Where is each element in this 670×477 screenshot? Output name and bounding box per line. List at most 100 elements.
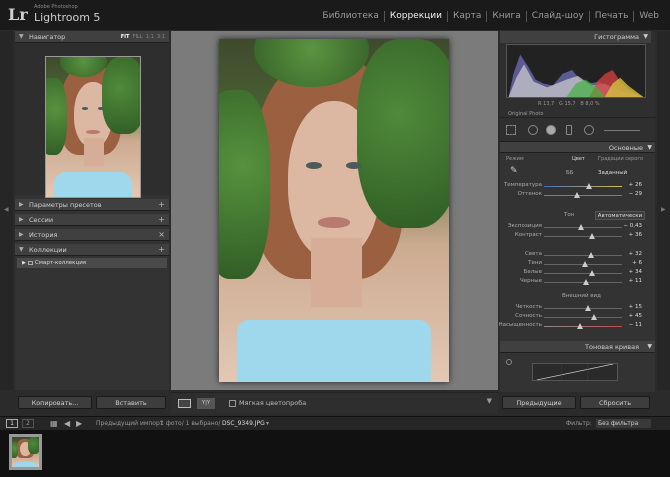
- slider-knob[interactable]: [584, 305, 591, 311]
- right-panel-toggle[interactable]: ▶: [657, 31, 670, 390]
- readout-g: G 15,7: [558, 101, 576, 107]
- filmstrip-thumbnail[interactable]: [9, 434, 42, 470]
- add-collection-icon[interactable]: +: [158, 244, 165, 256]
- left-panel-toggle[interactable]: ◀: [0, 31, 13, 390]
- grid-view-icon[interactable]: ▦: [50, 417, 58, 430]
- add-snapshot-icon[interactable]: +: [158, 214, 165, 226]
- slider-knob[interactable]: [586, 183, 593, 189]
- main-photo[interactable]: [219, 39, 449, 382]
- zoom-3-1[interactable]: 3:1: [157, 34, 165, 40]
- zoom-1-1[interactable]: 1:1: [146, 34, 154, 40]
- expand-triangle-icon: ▼: [19, 33, 24, 40]
- loupe-view-icon[interactable]: [178, 399, 191, 408]
- history-header[interactable]: ▶ История ×: [15, 229, 169, 241]
- add-preset-icon[interactable]: +: [158, 199, 165, 211]
- zoom-fit[interactable]: FIT: [121, 34, 130, 40]
- module-library[interactable]: Библиотека: [317, 11, 383, 22]
- treatment-color[interactable]: Цвет: [572, 156, 585, 162]
- slider-highlights[interactable]: Света + 32: [500, 251, 650, 259]
- collection-item[interactable]: ▶ Смарт-коллекция: [17, 258, 167, 268]
- slider-knob[interactable]: [576, 323, 583, 329]
- paste-button[interactable]: Вставить: [96, 396, 166, 409]
- module-book[interactable]: Книга: [486, 11, 525, 22]
- collapsed-triangle-icon: ▶: [19, 231, 24, 238]
- clear-history-icon[interactable]: ×: [158, 229, 165, 241]
- soft-proof-label: Мягкая цветопроба: [239, 399, 307, 407]
- module-map[interactable]: Карта: [446, 11, 486, 22]
- slider-blacks[interactable]: Черные + 11: [500, 278, 650, 286]
- slider-knob[interactable]: [589, 270, 596, 276]
- module-print[interactable]: Печать: [588, 11, 634, 22]
- collapsed-triangle-icon: ▶: [19, 201, 24, 208]
- filter-dropdown[interactable]: Без фильтра: [596, 419, 651, 428]
- slider-knob[interactable]: [581, 261, 588, 267]
- treatment-bw[interactable]: Градации серого: [598, 156, 643, 162]
- auto-tone-button[interactable]: Автоматически: [595, 211, 645, 220]
- collapsed-triangle-icon: ▶: [19, 216, 24, 223]
- radial-filter-icon[interactable]: [584, 125, 594, 135]
- slider-temperature[interactable]: Температура + 26: [500, 182, 650, 190]
- slider-clarity[interactable]: Четкость + 15: [500, 304, 650, 312]
- crop-tool-icon[interactable]: [506, 125, 516, 135]
- red-eye-icon[interactable]: [546, 125, 556, 135]
- source-label[interactable]: Предыдущий импорт: [96, 417, 163, 430]
- left-panel: ▼ Навигатор FIT FILL 1:1 3:1 ▶ Параметры…: [15, 31, 169, 390]
- graduated-filter-icon[interactable]: [566, 125, 572, 135]
- histogram-header[interactable]: Гистограмма ▼: [500, 31, 651, 43]
- presets-title: Параметры пресетов: [29, 201, 102, 209]
- slider-exposure[interactable]: Экспозиция − 0,43: [500, 223, 650, 231]
- lightroom-window: Lr Adobe Photoshop Lightroom 5 Библиотек…: [0, 0, 670, 477]
- wb-dropdown[interactable]: Заданный: [598, 170, 627, 176]
- slider-knob[interactable]: [577, 224, 584, 230]
- navigator-zoom-options: FIT FILL 1:1 3:1: [121, 31, 165, 43]
- slider-knob[interactable]: [589, 233, 596, 239]
- presets-header[interactable]: ▶ Параметры пресетов +: [15, 199, 169, 211]
- collection-item-label: Смарт-коллекция: [35, 260, 87, 266]
- slider-contrast[interactable]: Контраст + 36: [500, 232, 650, 240]
- window-1-button[interactable]: 1: [6, 419, 18, 428]
- collections-header[interactable]: ▼ Коллекции +: [15, 244, 169, 256]
- soft-proof-checkbox[interactable]: [229, 400, 236, 407]
- filename-dropdown-icon[interactable]: ▾: [266, 417, 269, 430]
- module-slideshow[interactable]: Слайд-шоу: [525, 11, 589, 22]
- tone-curve-header[interactable]: Тоновая кривая ▼: [500, 341, 655, 353]
- slider-saturation[interactable]: Насыщенность − 11: [499, 322, 650, 330]
- filename-label[interactable]: DSC_9349.JPG: [222, 417, 265, 430]
- back-arrow-icon[interactable]: ◀: [64, 417, 70, 430]
- brush-slider-icon[interactable]: [604, 130, 640, 131]
- module-web[interactable]: Web: [633, 11, 664, 22]
- navigator-header[interactable]: ▼ Навигатор FIT FILL 1:1 3:1: [15, 31, 169, 43]
- window-2-button[interactable]: 2: [22, 419, 34, 428]
- filmstrip: [0, 430, 670, 477]
- collapse-right-icon: ▶: [661, 206, 666, 213]
- spot-removal-icon[interactable]: [528, 125, 538, 135]
- slider-knob[interactable]: [583, 279, 590, 285]
- slider-tint[interactable]: Оттенок − 29: [500, 191, 650, 199]
- wb-eyedropper-icon[interactable]: ✎: [510, 166, 520, 176]
- filter-label: Фильтр:: [566, 420, 592, 427]
- navigator-preview[interactable]: [15, 43, 169, 198]
- slider-shadows[interactable]: Тени + 6: [500, 260, 650, 268]
- slider-knob[interactable]: [587, 252, 594, 258]
- slider-vibrance[interactable]: Сочность + 45: [500, 313, 650, 321]
- collapse-left-icon: ◀: [4, 206, 9, 213]
- reset-button[interactable]: Сбросить: [580, 396, 650, 409]
- zoom-fill[interactable]: FILL: [133, 34, 143, 40]
- before-after-icon[interactable]: Y|Y: [197, 398, 215, 409]
- navigator-thumbnail[interactable]: [45, 56, 141, 198]
- snapshots-header[interactable]: ▶ Сессии +: [15, 214, 169, 226]
- readout-r: R 13,7: [538, 101, 555, 107]
- targeted-adjust-icon[interactable]: [506, 359, 512, 365]
- toolbar-menu-icon[interactable]: ▼: [487, 397, 492, 405]
- slider-whites[interactable]: Белые + 34: [500, 269, 650, 277]
- expand-triangle-icon: ▼: [643, 33, 648, 40]
- slider-knob[interactable]: [590, 314, 597, 320]
- tone-curve-graph[interactable]: [532, 363, 618, 381]
- forward-arrow-icon[interactable]: ▶: [76, 417, 82, 430]
- previous-button[interactable]: Предыдущие: [502, 396, 576, 409]
- image-view[interactable]: [171, 31, 498, 390]
- basic-header[interactable]: Основные ▼: [500, 141, 655, 153]
- copy-button[interactable]: Копировать...: [18, 396, 92, 409]
- module-develop[interactable]: Коррекции: [383, 11, 447, 22]
- slider-knob[interactable]: [573, 192, 580, 198]
